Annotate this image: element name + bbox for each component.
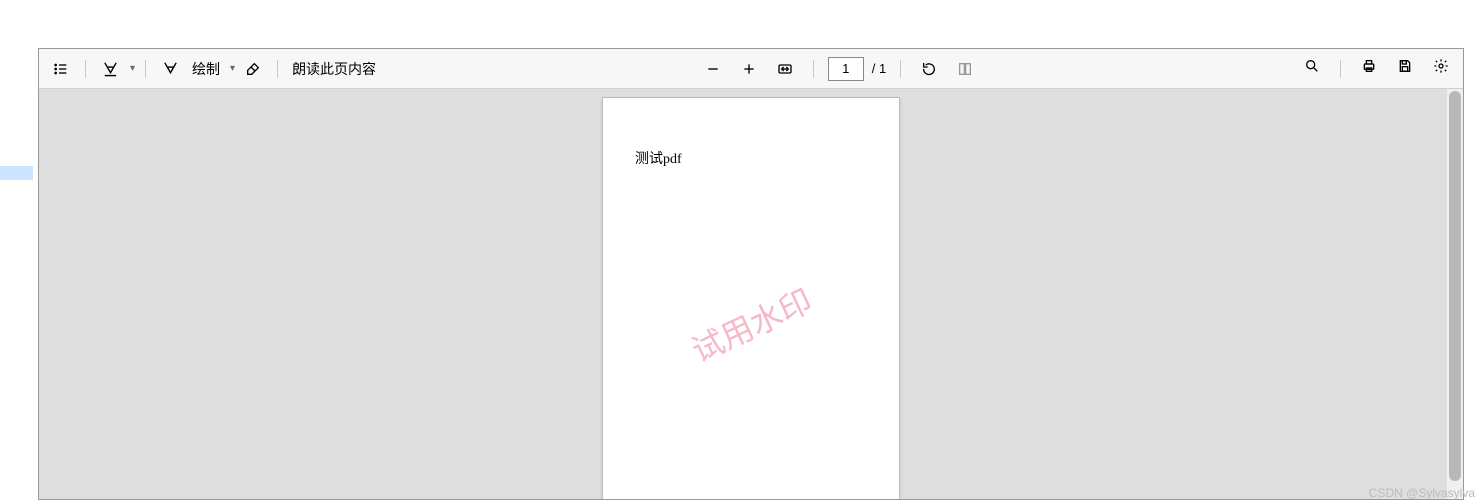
separator (1340, 60, 1341, 78)
printer-icon (1361, 58, 1377, 79)
rotate-button[interactable] (915, 55, 943, 83)
page-view-button (951, 55, 979, 83)
toolbar-left-group: ▾ 绘制 ▾ 朗读此页内容 (47, 55, 380, 83)
separator (900, 60, 901, 78)
contents-button[interactable] (47, 55, 75, 83)
vertical-scrollbar[interactable] (1447, 89, 1463, 499)
toolbar-right-group (1298, 55, 1455, 83)
pdf-toolbar: ▾ 绘制 ▾ 朗读此页内容 (39, 49, 1463, 89)
fit-page-button[interactable] (771, 55, 799, 83)
draw-chevron-icon[interactable]: ▾ (230, 63, 235, 74)
search-icon (1304, 58, 1320, 79)
pdf-page: 测试pdf 试用水印 (602, 97, 900, 499)
pdf-page-text: 测试pdf (635, 148, 867, 168)
zoom-out-button[interactable] (699, 55, 727, 83)
save-icon (1397, 58, 1413, 79)
separator (277, 60, 278, 78)
toolbar-center-group: / 1 (380, 55, 1298, 83)
separator (145, 60, 146, 78)
footer-credit: CSDN @Sylvasylva (1369, 486, 1475, 500)
zoom-in-button[interactable] (735, 55, 763, 83)
watermark-text: 试用水印 (683, 276, 818, 372)
read-aloud-button[interactable]: 朗读此页内容 (288, 59, 380, 79)
gear-icon (1433, 58, 1449, 79)
erase-button[interactable] (239, 55, 267, 83)
save-button[interactable] (1391, 55, 1419, 83)
search-button[interactable] (1298, 55, 1326, 83)
print-button[interactable] (1355, 55, 1383, 83)
highlight-chevron-icon[interactable]: ▾ (130, 63, 135, 74)
page-number-input[interactable] (828, 57, 864, 81)
highlight-button[interactable] (96, 55, 124, 83)
left-highlight-strip (0, 166, 33, 180)
pdf-viewer-frame: ▾ 绘制 ▾ 朗读此页内容 (38, 48, 1464, 500)
separator (813, 60, 814, 78)
draw-label[interactable]: 绘制 (188, 59, 224, 79)
separator (85, 60, 86, 78)
top-spacer (0, 0, 1481, 48)
settings-button[interactable] (1427, 55, 1455, 83)
scrollbar-thumb[interactable] (1449, 91, 1461, 481)
page-total-label: / 1 (872, 61, 886, 76)
draw-button[interactable] (156, 55, 184, 83)
pdf-content-area[interactable]: 测试pdf 试用水印 (39, 89, 1463, 499)
